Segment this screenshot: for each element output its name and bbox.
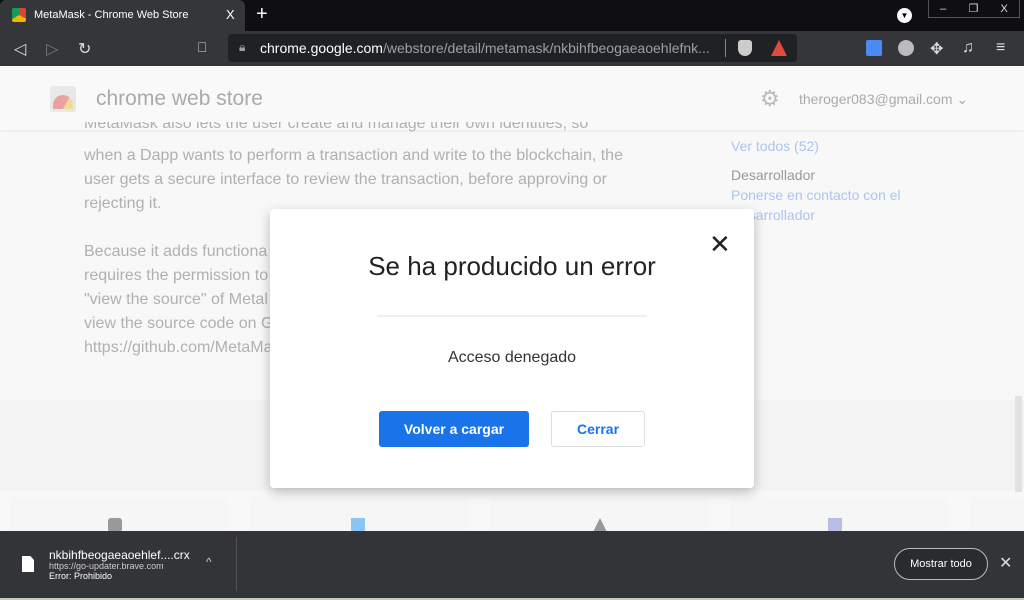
reload-icon[interactable]: ↻	[78, 39, 91, 59]
tab-metamask[interactable]: MetaMask - Chrome Web Store X	[0, 0, 245, 31]
tab-close-icon[interactable]: X	[226, 7, 235, 22]
description-line: user gets a secure interface to review t…	[84, 171, 607, 188]
dialog-message: Acceso denegado	[447, 349, 577, 366]
description-line: MetaMask also lets the user create and m…	[84, 122, 644, 134]
developer-label: Desarrollador	[731, 167, 816, 183]
account-email: theroger083@gmail.com	[799, 91, 953, 107]
see-all-reviews-link[interactable]: Ver todos (52)	[731, 138, 819, 154]
tab-title: MetaMask - Chrome Web Store	[34, 9, 189, 21]
forward-icon[interactable]: ▷	[46, 39, 58, 59]
scrollbar[interactable]	[1015, 396, 1022, 492]
divider	[236, 537, 237, 591]
show-all-button[interactable]: Mostrar todo	[894, 548, 988, 580]
url-path: /webstore/detail/metamask/nkbihfbeogaeao…	[382, 40, 710, 56]
window-controls: – ❐ X	[928, 0, 1020, 18]
description-text: MetaMask also lets the user create and m…	[84, 122, 589, 132]
file-icon	[22, 556, 34, 572]
download-bar: nkbihfbeogaeaoehlef....crx https://go-up…	[0, 531, 1024, 598]
bookmark-icon[interactable]: ⎕	[198, 39, 206, 56]
restore-button[interactable]: ❐	[968, 2, 978, 15]
webstore-logo-icon[interactable]	[50, 86, 76, 112]
url-host: chrome.google.com	[260, 40, 383, 56]
new-tab-button[interactable]: +	[256, 3, 268, 26]
close-button[interactable]: Cerrar	[551, 411, 645, 447]
chevron-up-icon[interactable]: ^	[206, 555, 212, 569]
media-queue-icon[interactable]: ♫	[962, 39, 974, 57]
account-menu[interactable]: theroger083@gmail.com ⌄	[799, 91, 968, 108]
close-icon[interactable]: ✕	[999, 553, 1012, 573]
minimize-button[interactable]: –	[940, 3, 946, 15]
dialog-title: Se ha producido un error	[368, 251, 656, 281]
extension-logo-icon	[593, 518, 607, 532]
chevron-down-icon: ⌄	[956, 91, 969, 107]
store-header: chrome web store ⚙ theroger083@gmail.com…	[0, 66, 1024, 130]
gear-icon[interactable]: ⚙	[760, 86, 780, 112]
extension-logo-icon	[108, 518, 122, 532]
extension-logo-icon	[828, 518, 842, 532]
error-dialog: ✕ Se ha producido un error Acceso denega…	[270, 209, 754, 488]
download-source: https://go-updater.brave.com	[49, 561, 164, 571]
reload-button[interactable]: Volver a cargar	[379, 411, 529, 447]
extension-logo-icon	[351, 518, 365, 532]
store-name[interactable]: chrome web store	[96, 87, 263, 111]
download-filename[interactable]: nkbihfbeogaeaoehlef....crx	[49, 548, 190, 562]
contact-developer-link[interactable]: Ponerse en contacto con el	[731, 187, 901, 203]
divider	[377, 315, 647, 317]
tab-search-icon[interactable]: ▼	[897, 8, 912, 23]
brave-shields-icon[interactable]	[738, 40, 752, 56]
address-bar[interactable]: 🔒︎ chrome.google.com/webstore/detail/met…	[228, 34, 797, 62]
extension-icon[interactable]	[898, 40, 914, 56]
menu-icon[interactable]: ≡	[996, 39, 1005, 57]
lock-icon[interactable]: 🔒︎	[239, 40, 245, 55]
translate-extension-icon[interactable]	[866, 40, 882, 56]
back-icon[interactable]: ◁	[14, 39, 26, 59]
webstore-favicon-icon	[12, 8, 26, 22]
url-text: chrome.google.com/webstore/detail/metama…	[260, 40, 710, 56]
divider	[725, 39, 726, 57]
brave-rewards-icon[interactable]	[771, 40, 787, 56]
close-window-button[interactable]: X	[1001, 3, 1008, 15]
download-status: Error: Prohibido	[49, 571, 113, 581]
extensions-puzzle-icon[interactable]: ✥	[930, 39, 943, 59]
description-line: when a Dapp wants to perform a transacti…	[84, 147, 623, 164]
